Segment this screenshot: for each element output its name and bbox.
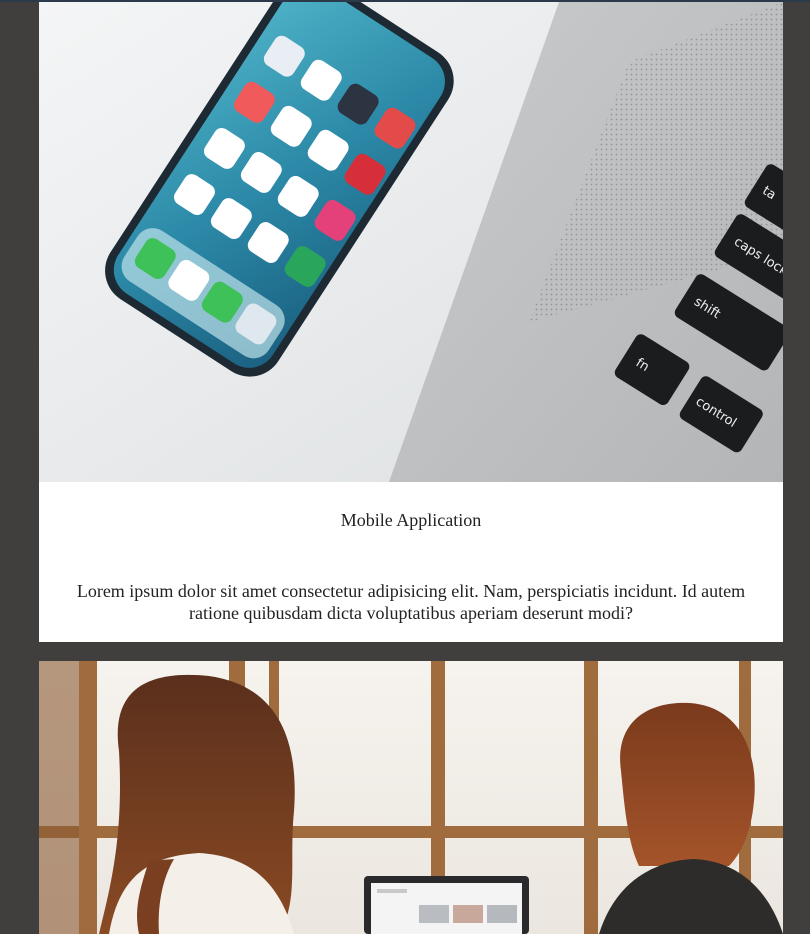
card-team-work [39,661,783,934]
women-laptop-image [39,661,783,934]
card-title: Mobile Application [340,510,482,530]
phone-laptop-image: fn control shift caps lock ta [39,2,783,482]
woman-left [99,674,295,934]
card-mobile-application: fn control shift caps lock ta Mobile App… [39,2,783,642]
laptop [364,876,529,934]
card-description: Lorem ipsum dolor sit amet consectetur a… [76,581,746,623]
